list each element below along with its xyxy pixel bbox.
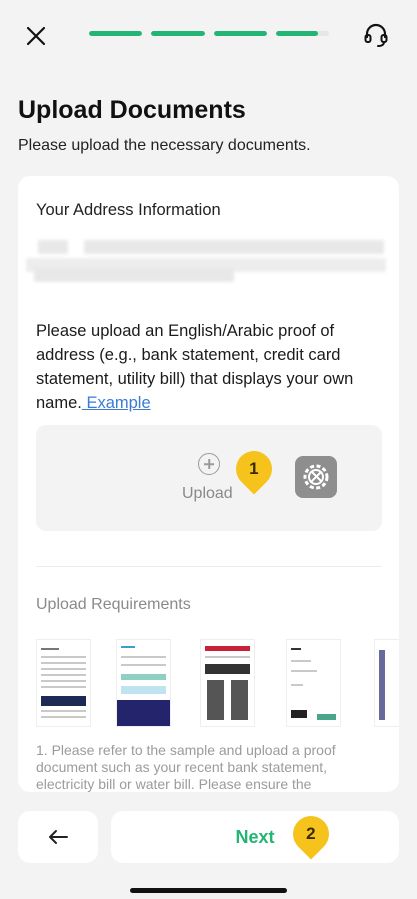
- page-title: Upload Documents: [18, 96, 246, 124]
- back-button[interactable]: [18, 811, 98, 863]
- upload-label: Upload: [182, 485, 233, 502]
- sample-doc-thumbnail[interactable]: [200, 639, 255, 727]
- arrow-left-icon: [49, 830, 68, 844]
- step-progress: [89, 31, 329, 36]
- headset-icon: [364, 23, 388, 47]
- sample-documents: [36, 639, 399, 729]
- progress-segment: [275, 31, 329, 36]
- footer-bar: Next 2: [0, 792, 417, 899]
- address-card: Your Address Information Please upload a…: [18, 176, 399, 792]
- step-badge-1: 1: [228, 443, 280, 495]
- home-indicator: [130, 888, 287, 893]
- sample-doc-thumbnail[interactable]: [374, 639, 399, 727]
- gear-wrench-icon[interactable]: [295, 456, 337, 498]
- close-button[interactable]: [22, 22, 50, 50]
- sample-doc-thumbnail[interactable]: [36, 639, 91, 727]
- address-heading: Your Address Information: [36, 201, 221, 219]
- requirements-text: 1. Please refer to the sample and upload…: [36, 742, 336, 792]
- redacted-address: [26, 234, 394, 290]
- example-link[interactable]: Example: [82, 394, 150, 412]
- progress-segment: [213, 31, 267, 36]
- top-bar: [0, 0, 417, 70]
- next-label: Next: [235, 826, 275, 847]
- sample-doc-thumbnail[interactable]: [116, 639, 171, 727]
- next-button[interactable]: Next: [111, 811, 399, 863]
- section-divider: [36, 566, 382, 567]
- close-icon: [26, 26, 46, 46]
- page-subtitle: Please upload the necessary documents.: [18, 137, 311, 154]
- requirements-heading: Upload Requirements: [36, 596, 191, 613]
- sample-doc-thumbnail[interactable]: [286, 639, 341, 727]
- plus-circle-icon: [198, 453, 220, 475]
- upload-dropzone[interactable]: Upload 1: [36, 425, 382, 531]
- progress-segment: [151, 31, 205, 36]
- progress-segment: [89, 31, 143, 36]
- upload-instructions: Please upload an English/Arabic proof of…: [36, 319, 386, 415]
- support-button[interactable]: [361, 20, 391, 50]
